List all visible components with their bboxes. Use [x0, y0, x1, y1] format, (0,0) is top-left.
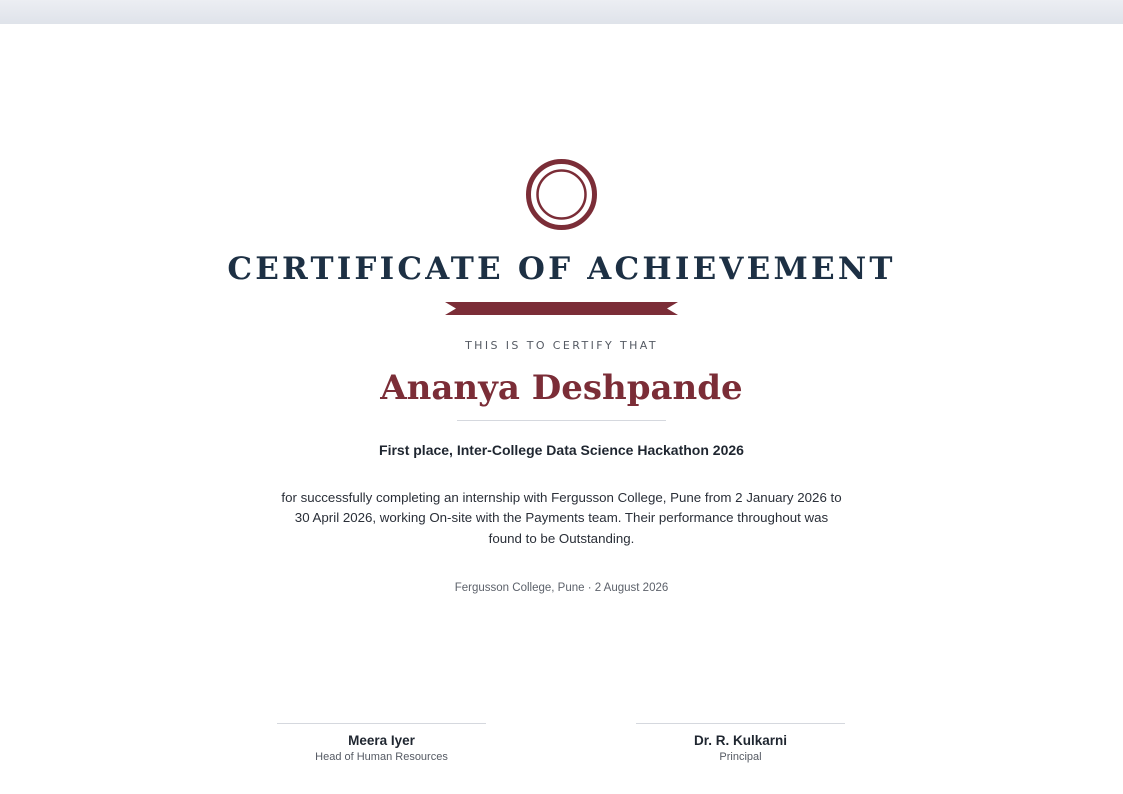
- body-line: 30 April 2026, working On-site with the …: [294, 510, 829, 526]
- recipient-name: Ananya Deshpande: [380, 368, 743, 408]
- signatory-role: Principal: [719, 751, 762, 763]
- signatory-role: Head of Human Resources: [315, 751, 448, 763]
- name-underline: [457, 420, 666, 421]
- top-bar: [0, 0, 1123, 24]
- signature-line: [636, 723, 845, 724]
- certificate-title: CERTIFICATE OF ACHIEVEMENT: [227, 251, 896, 287]
- signatory-name: Meera Iyer: [348, 733, 415, 748]
- certificate: CERTIFICATE OF ACHIEVEMENT THIS IS TO CE…: [0, 24, 1123, 794]
- signature-block-principal: Dr. R. Kulkarni Principal: [636, 723, 845, 765]
- body-line: found to be Outstanding.: [488, 530, 635, 546]
- body-line: for successfully completing an internshi…: [281, 490, 842, 505]
- place-date: Fergusson College, Pune · 2 August 2026: [454, 582, 669, 594]
- seal-icon: [526, 159, 597, 230]
- signatory-name: Dr. R. Kulkarni: [693, 733, 788, 748]
- signature-block-hr: Meera Iyer Head of Human Resources: [277, 723, 486, 765]
- achievement-line: First place, Inter-College Data Science …: [379, 442, 744, 458]
- signature-line: [277, 723, 486, 724]
- certificate-body: for successfully completing an internshi…: [271, 488, 852, 549]
- ribbon-icon: [445, 302, 678, 315]
- certify-label: THIS IS TO CERTIFY THAT: [465, 339, 658, 352]
